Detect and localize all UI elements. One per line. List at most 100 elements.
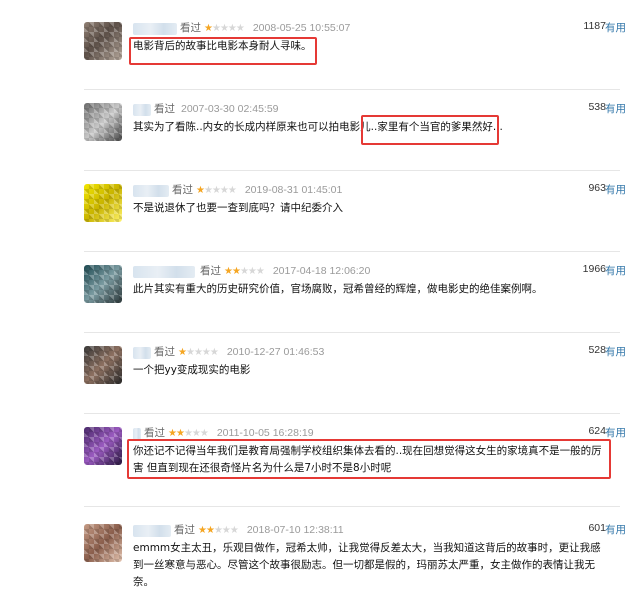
highlight-box (361, 115, 499, 145)
star-empty-icon: ★ (213, 525, 223, 536)
review-date: 2019-08-31 01:45:01 (244, 184, 343, 196)
avatar[interactable] (84, 22, 122, 60)
star-empty-icon: ★ (255, 266, 265, 277)
star-filled-icon: ★ (224, 266, 233, 277)
star-empty-icon: ★ (211, 23, 221, 34)
review-item: 看过 ★★★★★ 2019-08-31 01:45:01 963 有用 不是说退休了… (0, 180, 640, 252)
star-filled-icon: ★ (178, 347, 187, 358)
username[interactable] (133, 104, 151, 116)
review-meta: 看过 ★★★★★ 2011-10-05 16:28:19 (144, 425, 314, 440)
star-rating: ★★★★★ (196, 185, 237, 196)
star-empty-icon: ★ (247, 266, 257, 277)
useful-button[interactable]: 有用 (605, 101, 626, 116)
vote-count: 1187 (583, 20, 606, 32)
divider (84, 332, 620, 333)
useful-button[interactable]: 有用 (605, 263, 626, 278)
review-text: 一个把yy变成现实的电影 (133, 364, 251, 376)
username[interactable] (133, 347, 151, 359)
avatar[interactable] (84, 427, 122, 465)
star-empty-icon: ★ (235, 23, 245, 34)
star-empty-icon: ★ (201, 347, 211, 358)
action-label: 看过 (174, 524, 195, 536)
avatar[interactable] (84, 103, 122, 141)
useful-button[interactable]: 有用 (605, 425, 626, 440)
review-text: emmm女主太丑，乐观目做作，冠希太帅，让我觉得反差太大，当我知道这背后的故事时… (133, 542, 601, 588)
useful-button[interactable]: 有用 (605, 182, 626, 197)
review-meta: 看过 2007-03-30 02:45:59 (154, 101, 279, 116)
review-item: 看过 ★★★★★ 2018-07-10 12:38:11 601 有用 emmm女主… (0, 520, 640, 588)
divider (84, 89, 620, 90)
star-filled-icon: ★ (168, 428, 177, 439)
star-rating: ★★★★★ (178, 347, 219, 358)
star-filled-icon: ★ (198, 525, 207, 536)
highlight-box (127, 439, 611, 479)
action-label: 看过 (200, 265, 221, 277)
star-empty-icon: ★ (219, 185, 229, 196)
review-text: 不是说退休了也要一查到底吗？请中纪委介入 (133, 202, 343, 214)
review-date: 2007-03-30 02:45:59 (181, 103, 279, 115)
star-empty-icon: ★ (209, 347, 219, 358)
star-empty-icon: ★ (183, 428, 193, 439)
star-empty-icon: ★ (185, 347, 195, 358)
vote-count: 601 (588, 522, 606, 534)
star-empty-icon: ★ (221, 525, 231, 536)
review-list: 看过 ★★★★★ 2008-05-25 10:55:07 1187 有用 电影背后的… (0, 0, 640, 588)
divider (84, 413, 620, 414)
star-empty-icon: ★ (199, 428, 209, 439)
vote-count: 528 (588, 344, 606, 356)
review-item: 看过 ★★★★★ 2008-05-25 10:55:07 1187 有用 电影背后的… (0, 18, 640, 90)
divider (84, 251, 620, 252)
star-rating: ★★★★★ (168, 428, 209, 439)
action-label: 看过 (154, 103, 175, 115)
action-label: 看过 (154, 346, 175, 358)
action-label: 看过 (172, 184, 193, 196)
review-date: 2017-04-18 12:06:20 (272, 265, 371, 277)
star-empty-icon: ★ (239, 266, 249, 277)
action-label: 看过 (144, 427, 165, 439)
star-filled-icon: ★ (196, 185, 205, 196)
star-filled-icon: ★ (204, 23, 213, 34)
review-date: 2011-10-05 16:28:19 (216, 427, 314, 439)
avatar[interactable] (84, 524, 122, 562)
username[interactable] (133, 525, 171, 537)
avatar[interactable] (84, 346, 122, 384)
star-empty-icon: ★ (229, 525, 239, 536)
star-empty-icon: ★ (193, 347, 203, 358)
review-meta: 看过 ★★★★★ 2019-08-31 01:45:01 (172, 182, 342, 197)
review-date: 2018-07-10 12:38:11 (246, 524, 344, 536)
avatar[interactable] (84, 265, 122, 303)
username[interactable] (133, 23, 177, 35)
star-empty-icon: ★ (227, 23, 237, 34)
review-date: 2008-05-25 10:55:07 (252, 22, 351, 34)
review-item: 看过 ★★★★★ 2010-12-27 01:46:53 528 有用 一个把yy变… (0, 342, 640, 414)
avatar[interactable] (84, 184, 122, 222)
review-meta: 看过 ★★★★★ 2008-05-25 10:55:07 (180, 20, 350, 35)
star-empty-icon: ★ (203, 185, 213, 196)
divider (84, 170, 620, 171)
star-rating: ★★★★★ (198, 525, 239, 536)
useful-button[interactable]: 有用 (605, 20, 626, 35)
username[interactable] (133, 266, 195, 278)
review-meta: 看过 ★★★★★ 2018-07-10 12:38:11 (174, 522, 344, 537)
vote-count: 538 (588, 101, 606, 113)
divider (84, 506, 620, 507)
star-filled-icon: ★ (175, 428, 185, 439)
review-item: 看过 2007-03-30 02:45:59 538 有用 其实为了看陈..内女的… (0, 99, 640, 171)
star-rating: ★★★★★ (224, 266, 265, 277)
review-text: 此片其实有重大的历史研究价值，官场腐败，冠希曾经的辉煌，做电影史的绝佳案例啊。 (133, 283, 543, 295)
action-label: 看过 (180, 22, 201, 34)
vote-count: 963 (588, 182, 606, 194)
star-empty-icon: ★ (227, 185, 237, 196)
review-date: 2010-12-27 01:46:53 (226, 346, 325, 358)
star-rating: ★★★★★ (204, 23, 245, 34)
review-meta: 看过 ★★★★★ 2017-04-18 12:06:20 (200, 263, 370, 278)
highlight-box (129, 37, 317, 65)
username[interactable] (133, 185, 169, 197)
star-filled-icon: ★ (205, 525, 215, 536)
star-empty-icon: ★ (211, 185, 221, 196)
useful-button[interactable]: 有用 (605, 522, 626, 537)
star-empty-icon: ★ (191, 428, 201, 439)
useful-button[interactable]: 有用 (605, 344, 626, 359)
star-empty-icon: ★ (219, 23, 229, 34)
star-filled-icon: ★ (231, 266, 241, 277)
